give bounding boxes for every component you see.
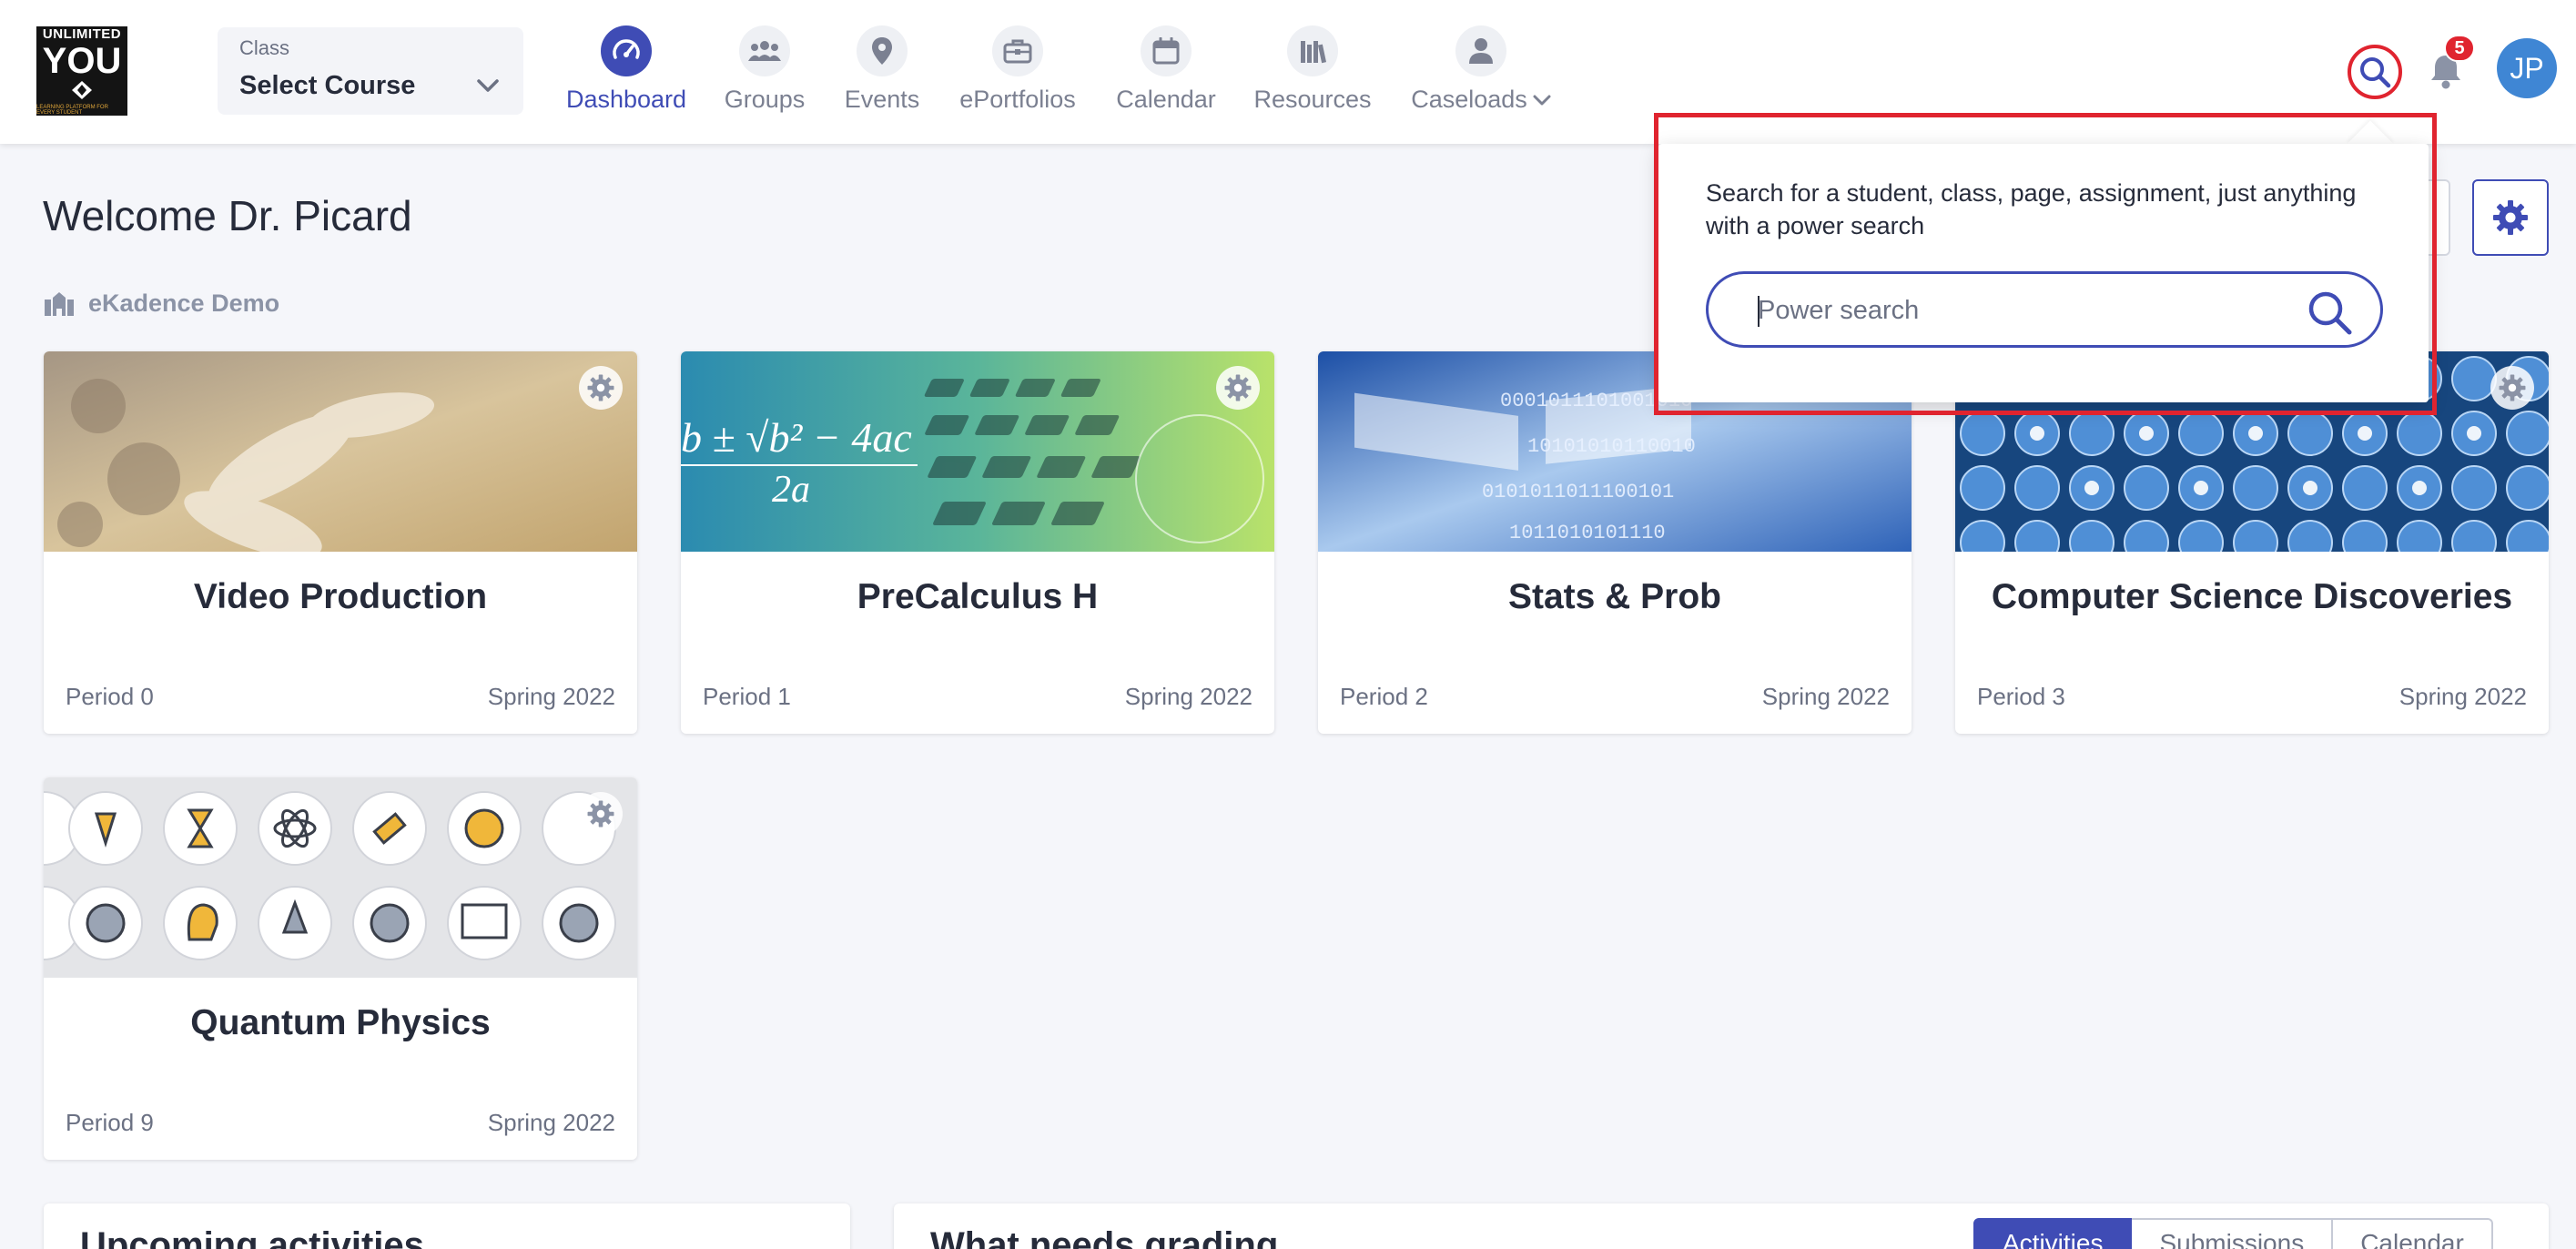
nav-caseloads-text: Caseloads bbox=[1411, 86, 1527, 113]
chevron-down-icon bbox=[1533, 95, 1551, 105]
text-cursor bbox=[1758, 296, 1760, 327]
svg-text:2a: 2a bbox=[772, 469, 810, 511]
organization-label: eKadence Demo bbox=[43, 289, 279, 318]
logo-line-2: YOU bbox=[42, 40, 122, 81]
gear-icon bbox=[2499, 374, 2526, 401]
course-term: Spring 2022 bbox=[487, 1109, 615, 1136]
nav-calendar[interactable]: Calendar bbox=[1116, 25, 1216, 117]
course-period: Period 3 bbox=[1977, 683, 2065, 710]
nav-eportfolios[interactable]: ePortfolios bbox=[958, 25, 1078, 117]
course-term: Spring 2022 bbox=[1124, 683, 1253, 710]
gear-icon bbox=[2493, 200, 2528, 235]
tab-calendar[interactable]: Calendar bbox=[2333, 1218, 2493, 1249]
course-card-precalculus[interactable]: b ± √b² − 4ac 2a PreCalculus H Period 1 … bbox=[681, 351, 1274, 734]
course-title: Video Production bbox=[193, 577, 488, 616]
gear-icon bbox=[1224, 374, 1252, 401]
power-search-popover: Search for a student, class, page, assig… bbox=[1658, 144, 2429, 402]
upcoming-activities-title: Upcoming activities bbox=[80, 1225, 424, 1249]
app-logo[interactable]: UNLIMITED YOU LEARNING PLATFORM FOR EVER… bbox=[36, 26, 127, 116]
course-card-computer-science[interactable]: Computer Science Discoveries Period 3 Sp… bbox=[1955, 351, 2549, 734]
gear-icon bbox=[587, 374, 614, 401]
tab-submissions[interactable]: Submissions bbox=[2132, 1218, 2334, 1249]
grading-tabs: Activities Submissions Calendar bbox=[1973, 1218, 2493, 1249]
svg-text:1011010101110: 1011010101110 bbox=[1509, 522, 1666, 544]
svg-text:10101010110010: 10101010110010 bbox=[1527, 435, 1696, 458]
course-title: Quantum Physics bbox=[190, 1003, 491, 1042]
course-cover-image bbox=[44, 777, 637, 978]
nav-groups[interactable]: Groups bbox=[719, 25, 810, 117]
course-cover-image: b ± √b² − 4ac 2a bbox=[681, 351, 1274, 552]
course-period: Period 0 bbox=[66, 683, 154, 710]
search-icon[interactable] bbox=[2306, 289, 2353, 336]
class-select-caption: Class bbox=[239, 36, 290, 59]
power-search-field[interactable] bbox=[1706, 271, 2383, 348]
people-icon bbox=[739, 25, 790, 76]
course-settings-button[interactable] bbox=[2490, 366, 2534, 410]
course-title: PreCalculus H bbox=[857, 577, 1099, 616]
logo-line-1: UNLIMITED bbox=[42, 25, 122, 42]
tab-activities[interactable]: Activities bbox=[1973, 1218, 2133, 1249]
course-settings-button[interactable] bbox=[579, 366, 623, 410]
course-card-quantum-physics[interactable]: Quantum Physics Period 9 Spring 2022 bbox=[44, 777, 637, 1160]
svg-text:0101011011100101: 0101011011100101 bbox=[1482, 481, 1674, 503]
logo-tagline: LEARNING PLATFORM FOR EVERY STUDENT bbox=[36, 104, 108, 116]
course-settings-button[interactable] bbox=[579, 792, 623, 836]
speedometer-icon bbox=[601, 25, 652, 76]
logo-mark-icon bbox=[72, 80, 92, 99]
nav-caseloads-label: Caseloads bbox=[1411, 86, 1551, 114]
class-select-dropdown[interactable]: Class Select Course bbox=[218, 27, 523, 115]
nav-eportfolios-label: ePortfolios bbox=[959, 86, 1076, 113]
nav-events-label: Events bbox=[844, 86, 920, 113]
course-period: Period 2 bbox=[1340, 683, 1428, 710]
dashboard-settings-button[interactable] bbox=[2472, 179, 2549, 256]
top-navigation-bar: UNLIMITED YOU LEARNING PLATFORM FOR EVER… bbox=[0, 0, 2576, 144]
course-cover-image bbox=[44, 351, 637, 552]
calendar-icon bbox=[1141, 25, 1192, 76]
nav-resources-label: Resources bbox=[1253, 86, 1372, 113]
books-icon bbox=[1287, 25, 1338, 76]
briefcase-icon bbox=[992, 25, 1043, 76]
nav-groups-label: Groups bbox=[724, 86, 806, 113]
upcoming-activities-panel: Upcoming activities bbox=[44, 1203, 850, 1249]
user-icon bbox=[1455, 25, 1506, 76]
course-term: Spring 2022 bbox=[1761, 683, 1890, 710]
gear-icon bbox=[587, 800, 614, 828]
map-pin-icon bbox=[857, 25, 908, 76]
course-card-stats-prob[interactable]: 0001011101001010 10101010110010 01010110… bbox=[1318, 351, 1912, 734]
course-term: Spring 2022 bbox=[487, 683, 615, 710]
page-title: Welcome Dr. Picard bbox=[43, 192, 412, 239]
notification-badge: 5 bbox=[2444, 35, 2475, 62]
course-period: Period 1 bbox=[703, 683, 791, 710]
nav-dashboard-label: Dashboard bbox=[565, 86, 687, 113]
school-building-icon bbox=[45, 291, 74, 316]
svg-text:b ± √b² − 4ac: b ± √b² − 4ac bbox=[681, 414, 912, 461]
organization-name: eKadence Demo bbox=[88, 289, 280, 317]
nav-events[interactable]: Events bbox=[843, 25, 921, 117]
course-period: Period 9 bbox=[66, 1109, 154, 1136]
course-settings-button[interactable] bbox=[1216, 366, 1260, 410]
course-title: Computer Science Discoveries bbox=[1991, 577, 2513, 616]
nav-calendar-label: Calendar bbox=[1116, 86, 1216, 113]
search-icon bbox=[2360, 57, 2391, 88]
nav-dashboard[interactable]: Dashboard bbox=[566, 25, 686, 117]
user-avatar[interactable]: JP bbox=[2497, 38, 2557, 98]
course-title: Stats & Prob bbox=[1507, 577, 1722, 616]
class-select-value: Select Course bbox=[239, 71, 416, 100]
course-card-video-production[interactable]: Video Production Period 0 Spring 2022 bbox=[44, 351, 637, 734]
power-search-description: Search for a student, class, page, assig… bbox=[1706, 179, 2357, 239]
chevron-down-icon bbox=[477, 79, 499, 92]
grading-title: What needs grading bbox=[930, 1225, 1279, 1249]
grading-panel: What needs grading Activities Submission… bbox=[894, 1203, 2549, 1249]
power-search-input[interactable] bbox=[1758, 287, 2304, 334]
nav-caseloads[interactable]: Caseloads bbox=[1411, 25, 1551, 117]
nav-resources[interactable]: Resources bbox=[1253, 25, 1372, 117]
course-term: Spring 2022 bbox=[2399, 683, 2527, 710]
power-search-button[interactable] bbox=[2348, 45, 2402, 99]
